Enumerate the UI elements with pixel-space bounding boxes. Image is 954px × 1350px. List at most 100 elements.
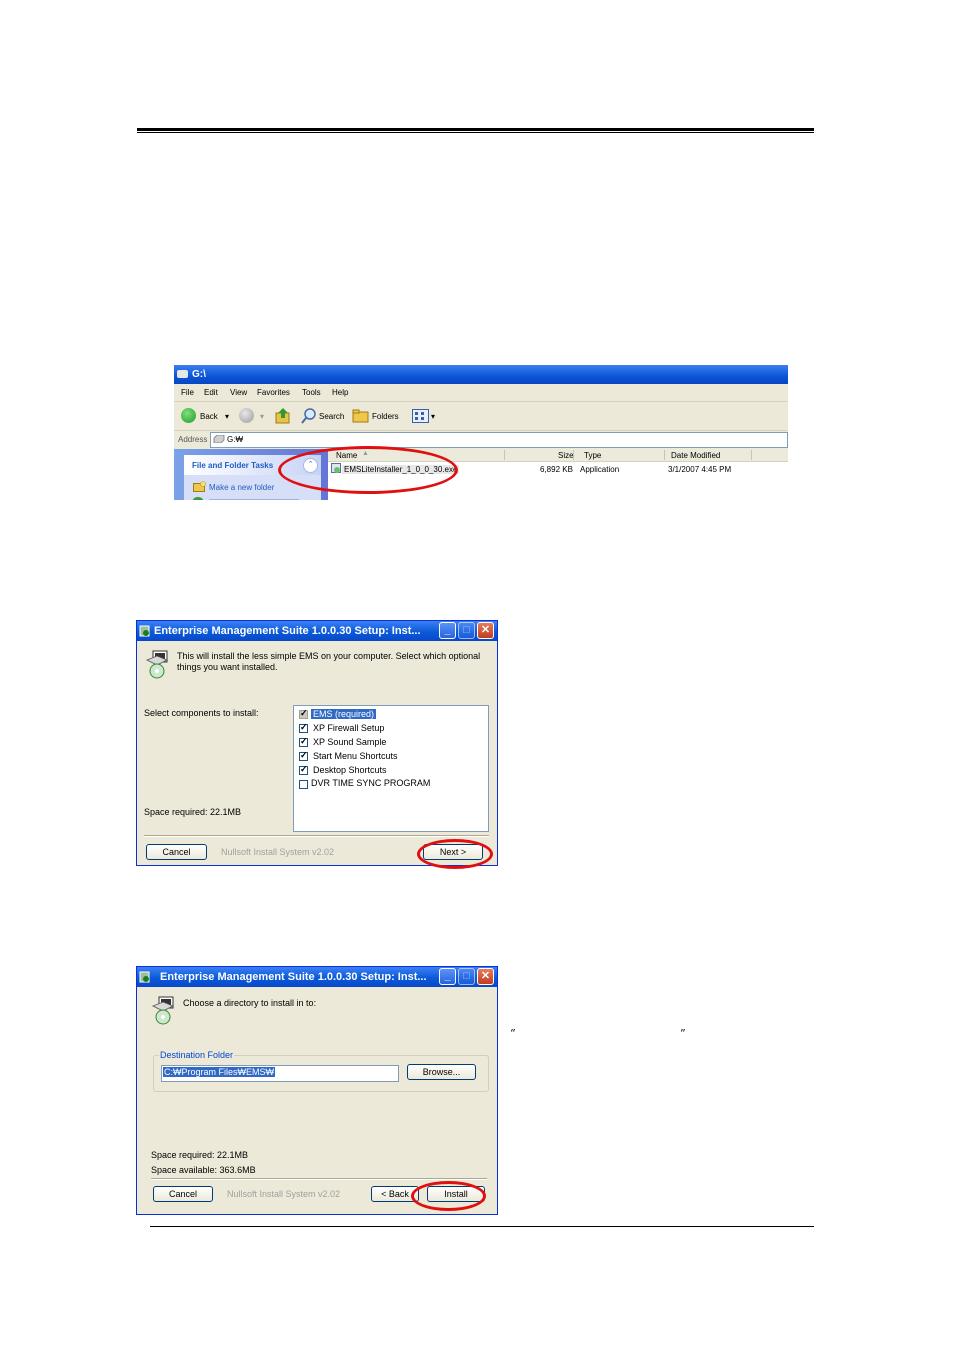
make-new-folder-link[interactable]: Make a new folder bbox=[209, 483, 274, 492]
explorer-titlebar: G:\ bbox=[174, 365, 788, 384]
component-label-sound[interactable]: XP Sound Sample bbox=[313, 737, 386, 747]
explorer-window: G:\ File Edit View Favorites Tools Help … bbox=[174, 365, 788, 500]
open-quote: “ bbox=[510, 1027, 516, 1040]
back-dropdown-icon[interactable]: ▾ bbox=[225, 412, 229, 421]
setup-dialog-directory: Enterprise Management Suite 1.0.0.30 Set… bbox=[136, 966, 498, 1215]
setup-dialog-components: Enterprise Management Suite 1.0.0.30 Set… bbox=[136, 620, 498, 866]
explorer-menubar: File Edit View Favorites Tools Help bbox=[174, 384, 788, 402]
cancel-button[interactable]: Cancel bbox=[153, 1186, 213, 1202]
header-rule-thin bbox=[137, 132, 814, 133]
component-label-startmenu[interactable]: Start Menu Shortcuts bbox=[313, 751, 398, 761]
file-size: 6,892 KB bbox=[540, 465, 573, 474]
minimize-icon: _ bbox=[444, 624, 451, 636]
close-icon: ✕ bbox=[480, 970, 491, 982]
cancel-button[interactable]: Cancel bbox=[146, 844, 207, 860]
maximize-icon: □ bbox=[463, 970, 470, 982]
component-label-firewall[interactable]: XP Firewall Setup bbox=[313, 723, 384, 733]
menu-favorites[interactable]: Favorites bbox=[257, 388, 290, 397]
search-icon[interactable] bbox=[301, 408, 317, 424]
column-date[interactable]: Date Modified bbox=[671, 451, 720, 460]
minimize-button[interactable]: _ bbox=[439, 622, 456, 639]
back-button[interactable]: Back bbox=[200, 412, 218, 421]
highlight-ellipse-next bbox=[417, 839, 493, 869]
maximize-button[interactable]: □ bbox=[458, 622, 475, 639]
publish-icon bbox=[193, 497, 203, 500]
intro-text: Choose a directory to install in to: bbox=[183, 998, 317, 1008]
installer-header-icon bbox=[146, 650, 168, 679]
address-label: Address bbox=[178, 435, 208, 444]
intro-line-2: things you want installed. bbox=[177, 662, 278, 672]
dialog-title: Enterprise Management Suite 1.0.0.30 Set… bbox=[160, 971, 427, 983]
search-button[interactable]: Search bbox=[319, 412, 344, 421]
cropped-task-link bbox=[209, 499, 299, 500]
menu-help[interactable]: Help bbox=[332, 388, 348, 397]
highlight-ellipse bbox=[278, 446, 458, 494]
header-rule bbox=[137, 128, 814, 131]
menu-edit[interactable]: Edit bbox=[204, 388, 218, 397]
address-input[interactable]: G:₩ bbox=[210, 432, 788, 448]
component-checkbox-sound[interactable] bbox=[299, 736, 308, 747]
address-value: G:₩ bbox=[227, 435, 243, 444]
column-size[interactable]: Size bbox=[558, 451, 574, 460]
component-checkbox-ems bbox=[299, 708, 308, 719]
space-available: Space available: 363.6MB bbox=[151, 1165, 256, 1175]
explorer-toolbar: Back ▾ ▾ Search Folders ▾ bbox=[174, 402, 788, 431]
new-folder-icon bbox=[193, 481, 206, 492]
tasks-panel-title: File and Folder Tasks bbox=[192, 461, 274, 470]
component-checkbox-dvr[interactable] bbox=[299, 780, 308, 789]
forward-dropdown-icon[interactable]: ▾ bbox=[260, 412, 264, 421]
dialog-titlebar: Enterprise Management Suite 1.0.0.30 Set… bbox=[137, 621, 497, 641]
component-checkbox-firewall[interactable] bbox=[299, 722, 308, 733]
close-button[interactable]: ✕ bbox=[477, 968, 494, 985]
forward-arrow-icon[interactable] bbox=[239, 408, 254, 423]
views-icon[interactable] bbox=[412, 409, 429, 423]
destination-path-input[interactable]: C:₩Program Files₩EMS₩ bbox=[161, 1065, 399, 1082]
destination-label: Destination Folder bbox=[159, 1050, 235, 1060]
maximize-icon: □ bbox=[463, 624, 470, 636]
close-icon: ✕ bbox=[480, 624, 491, 636]
space-required: Space required: 22.1MB bbox=[144, 807, 242, 817]
component-checkbox-desktop[interactable] bbox=[299, 764, 308, 775]
dialog-titlebar: Enterprise Management Suite 1.0.0.30 Set… bbox=[137, 967, 497, 987]
views-dropdown-icon[interactable]: ▾ bbox=[431, 412, 435, 421]
nsis-brand: Nullsoft Install System v2.02 bbox=[221, 847, 335, 857]
maximize-button[interactable]: □ bbox=[458, 968, 475, 985]
nsis-brand: Nullsoft Install System v2.02 bbox=[227, 1189, 341, 1199]
browse-button[interactable]: Browse... bbox=[407, 1064, 476, 1080]
dialog-title: Enterprise Management Suite 1.0.0.30 Set… bbox=[154, 625, 421, 637]
explorer-title: G:\ bbox=[192, 369, 206, 380]
components-list: EMS (required) XP Firewall Setup XP Soun… bbox=[293, 705, 489, 832]
intro-line-1: This will install the less simple EMS on… bbox=[177, 651, 481, 661]
space-required: Space required: 22.1MB bbox=[151, 1150, 249, 1160]
close-quote: ” bbox=[680, 1027, 686, 1040]
menu-tools[interactable]: Tools bbox=[302, 388, 321, 397]
select-components-label: Select components to install: bbox=[144, 708, 259, 718]
minimize-icon: _ bbox=[444, 970, 451, 982]
up-folder-icon[interactable] bbox=[275, 407, 291, 424]
destination-path: C:₩Program Files₩EMS₩ bbox=[163, 1067, 275, 1077]
installer-header-icon bbox=[152, 996, 174, 1025]
back-arrow-icon[interactable] bbox=[181, 408, 196, 423]
drive-icon bbox=[213, 435, 225, 443]
close-button[interactable]: ✕ bbox=[477, 622, 494, 639]
file-date: 3/1/2007 4:45 PM bbox=[668, 465, 732, 474]
component-label-dvr[interactable]: DVR TIME SYNC PROGRAM bbox=[311, 778, 430, 788]
minimize-button[interactable]: _ bbox=[439, 968, 456, 985]
file-type: Application bbox=[580, 465, 620, 474]
divider bbox=[144, 835, 489, 837]
setup-app-icon bbox=[139, 971, 150, 983]
highlight-ellipse-install bbox=[411, 1181, 486, 1211]
component-label-desktop[interactable]: Desktop Shortcuts bbox=[313, 765, 387, 775]
drive-icon bbox=[177, 370, 188, 378]
footer-rule bbox=[150, 1226, 814, 1227]
column-type[interactable]: Type bbox=[584, 451, 601, 460]
component-checkbox-startmenu[interactable] bbox=[299, 750, 308, 761]
menu-file[interactable]: File bbox=[181, 388, 194, 397]
component-label-ems[interactable]: EMS (required) bbox=[311, 709, 377, 719]
folders-icon[interactable] bbox=[352, 409, 370, 423]
divider bbox=[151, 1178, 487, 1180]
menu-view[interactable]: View bbox=[230, 388, 247, 397]
folders-button[interactable]: Folders bbox=[372, 412, 399, 421]
setup-app-icon bbox=[139, 625, 150, 637]
address-bar: Address G:₩ bbox=[174, 431, 788, 448]
